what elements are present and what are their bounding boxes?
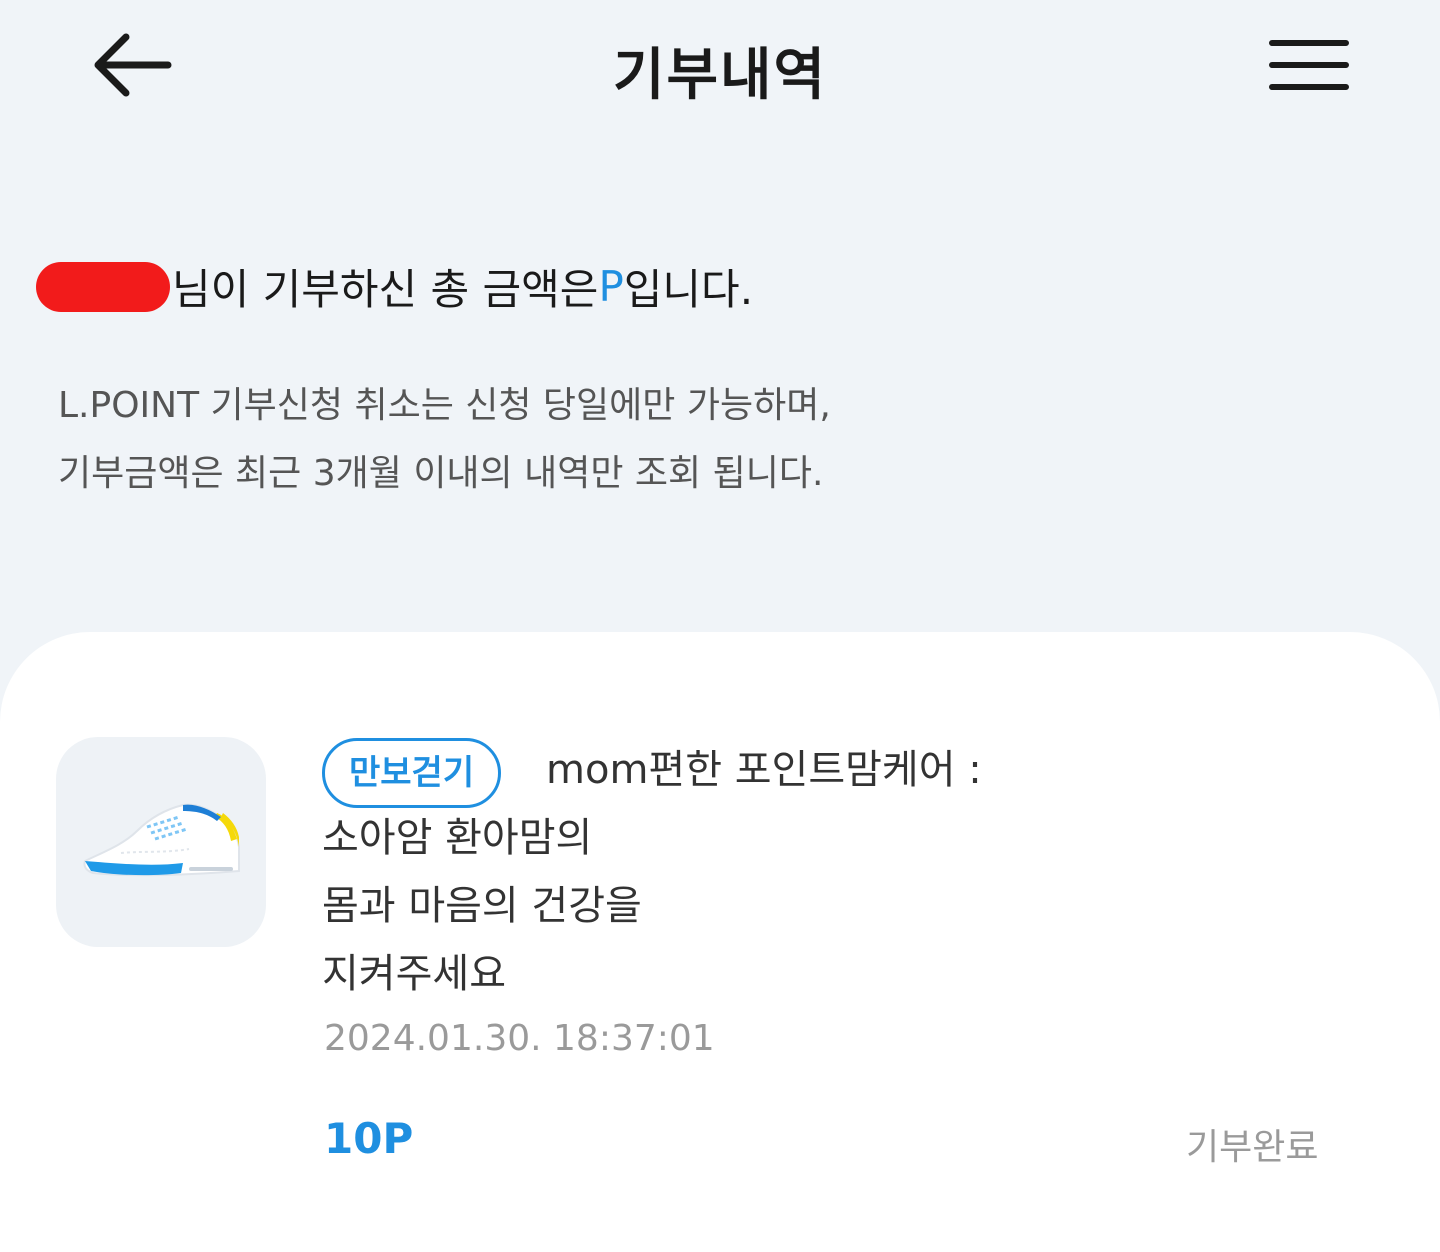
redacted-user-name: [36, 261, 170, 312]
campaign-title-line-3: 몸과 마음의 건강을: [322, 883, 642, 929]
sneaker-icon: [83, 803, 240, 877]
hamburger-menu-icon: [1269, 40, 1349, 90]
donation-summary: 님이 기부하신 총 금액은 P 입니다.: [36, 256, 754, 778]
campaign-thumbnail: [56, 737, 266, 947]
notice-line-2: 기부금액은 최근 3개월 이내의 내역만 조회 됩니다.: [58, 453, 824, 494]
summary-points-unit: P: [598, 262, 624, 311]
arrow-left-icon: [94, 33, 172, 97]
notice-line-1: L.POINT 기부신청 취소는 신청 당일에만 가능하며,: [58, 385, 831, 426]
page-title: 기부내역: [612, 43, 828, 108]
campaign-title-line-4: 지켜주세요: [322, 951, 506, 997]
menu-button[interactable]: [1262, 34, 1354, 96]
donation-date: 2024.01.30. 18:37:01: [324, 1018, 715, 1059]
summary-text-after: 입니다.: [623, 265, 754, 314]
donation-status: 기부완료: [1186, 1127, 1319, 1168]
donation-points: 10P: [324, 1114, 414, 1163]
campaign-title-line-2: 소아암 환아맘의: [322, 815, 593, 861]
app-header: 기부내역: [0, 0, 1440, 140]
back-button[interactable]: [88, 30, 178, 100]
campaign-category-tag: 만보걷기: [322, 738, 502, 808]
donation-history-card: mom편한 포인트맘케어 : 소아암 환아맘의 몸과 마음의 건강을 지켜주세요…: [0, 632, 1440, 1252]
donation-notice: L.POINT 기부신청 취소는 신청 당일에만 가능하며, 기부금액은 최근 …: [58, 372, 831, 508]
summary-text-before: 님이 기부하신 총 금액은: [172, 265, 599, 314]
